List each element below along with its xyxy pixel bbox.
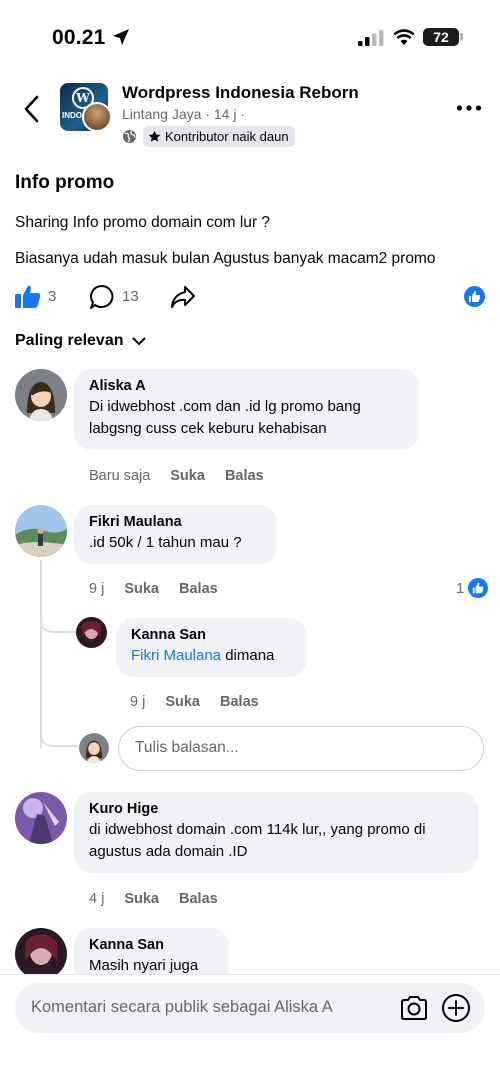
meta-separator: · (205, 106, 214, 122)
comment-composer-bar: Komentari secara publik sebagai Aliska A (0, 974, 500, 1084)
comment-text: .id 50k / 1 tahun mau ? (89, 534, 242, 551)
avatar[interactable] (15, 792, 67, 844)
more-dots-icon[interactable] (456, 103, 482, 113)
post-actions: 3 13 (0, 282, 500, 312)
comment-actions: 4 j Suka Balas (89, 891, 218, 907)
reply-button[interactable]: Balas (179, 581, 218, 597)
comment-bubble[interactable]: Kuro Hige di idwebhost domain .com 114k … (74, 792, 478, 873)
chevron-down-icon (132, 337, 145, 345)
comment-composer[interactable]: Komentari secara publik sebagai Aliska A (15, 983, 485, 1033)
comment-actions: Baru saja Suka Balas (89, 468, 264, 484)
avatar[interactable] (15, 369, 67, 421)
comment-text: Di idwebhost .com dan .id lg promo bang … (89, 398, 361, 437)
like-button[interactable]: Suka (124, 581, 159, 597)
like-button[interactable]: Suka (170, 468, 205, 484)
comment-time: 9 j (89, 581, 105, 597)
comment-time: 4 j (89, 891, 105, 907)
status-bar: 00.21 72 (0, 0, 500, 75)
post-meta: Lintang Jaya · 14 j · (122, 106, 245, 122)
post-time: 14 j (213, 106, 237, 122)
badge-label: Kontributor naik daun (165, 129, 289, 144)
reaction-count: 1 (456, 579, 465, 597)
thread-line (40, 560, 42, 748)
mention-link[interactable]: Fikri Maulana (131, 647, 221, 664)
comment-actions: 9 j Suka Balas (130, 694, 259, 710)
reply-button[interactable]: Balas (225, 468, 264, 484)
comment-bubble[interactable]: Aliska A Di idwebhost .com dan .id lg pr… (74, 369, 419, 450)
like-button[interactable]: Suka (165, 694, 200, 710)
battery-indicator: 72 (423, 28, 459, 46)
comment-sort[interactable]: Paling relevan (15, 332, 146, 350)
globe-icon (122, 129, 137, 144)
comment-icon[interactable] (89, 284, 115, 310)
avatar[interactable] (76, 617, 107, 648)
share-icon[interactable] (170, 284, 196, 310)
comment-bubble[interactable]: Fikri Maulana .id 50k / 1 tahun mau ? (74, 505, 277, 564)
comment-time: 9 j (130, 694, 146, 710)
thread-branch (40, 612, 78, 633)
author-name[interactable]: Lintang Jaya (122, 106, 201, 122)
thumbs-up-icon[interactable] (15, 284, 41, 308)
thread-branch (40, 726, 78, 747)
reply-bubble[interactable]: Kanna San Fikri Maulana dimana (116, 618, 307, 677)
wifi-icon (393, 29, 415, 45)
star-icon (148, 130, 161, 142)
like-reaction-icon (468, 578, 489, 598)
reply-button[interactable]: Balas (179, 891, 218, 907)
post-text-line: Sharing Info promo domain com lur ? (15, 214, 271, 231)
group-name[interactable]: Wordpress Indonesia Reborn (122, 83, 359, 103)
avatar[interactable] (15, 928, 67, 980)
like-button[interactable]: Suka (124, 891, 159, 907)
comment-text: Fikri Maulana dimana (131, 645, 293, 667)
contributor-badge: Kontributor naik daun (143, 126, 295, 147)
avatar (79, 733, 109, 763)
cellular-signal-icon (358, 30, 384, 46)
post-text-line: Biasanya udah masuk bulan Agustus banyak… (15, 250, 436, 267)
comment-text: di idwebhost domain .com 114k lur,, yang… (89, 821, 426, 860)
avatar[interactable] (15, 505, 67, 557)
comment-reaction[interactable]: 1 (456, 578, 489, 598)
sort-label: Paling relevan (15, 332, 124, 349)
reply-text: dimana (221, 647, 275, 664)
comment-author[interactable]: Fikri Maulana (89, 514, 263, 530)
camera-icon[interactable] (399, 994, 429, 1022)
composer-placeholder: Komentari secara publik sebagai Aliska A (31, 998, 333, 1016)
post-header: W INDONESIA Wordpress Indonesia Reborn L… (0, 75, 500, 155)
comment-actions: 9 j Suka Balas (89, 581, 218, 597)
comment-author[interactable]: Kuro Hige (89, 801, 464, 817)
status-time: 00.21 (52, 26, 106, 49)
like-count: 3 (48, 288, 57, 305)
like-reaction-icon[interactable] (464, 286, 485, 307)
comment-author[interactable]: Kanna San (89, 937, 215, 953)
comment-time: Baru saja (89, 468, 151, 484)
location-arrow-icon (113, 29, 129, 45)
post-title: Info promo (15, 172, 115, 193)
meta-dot: · (240, 106, 245, 122)
comment-author[interactable]: Kanna San (131, 627, 293, 643)
comment-count: 13 (122, 288, 139, 305)
comment-author[interactable]: Aliska A (89, 378, 405, 394)
add-circle-icon[interactable] (441, 993, 471, 1023)
battery-cap (460, 33, 463, 40)
reply-button[interactable]: Balas (220, 694, 259, 710)
chevron-left-icon[interactable] (18, 93, 46, 125)
author-avatar[interactable] (82, 102, 112, 132)
reply-input[interactable]: Tulis balasan... (118, 726, 484, 771)
